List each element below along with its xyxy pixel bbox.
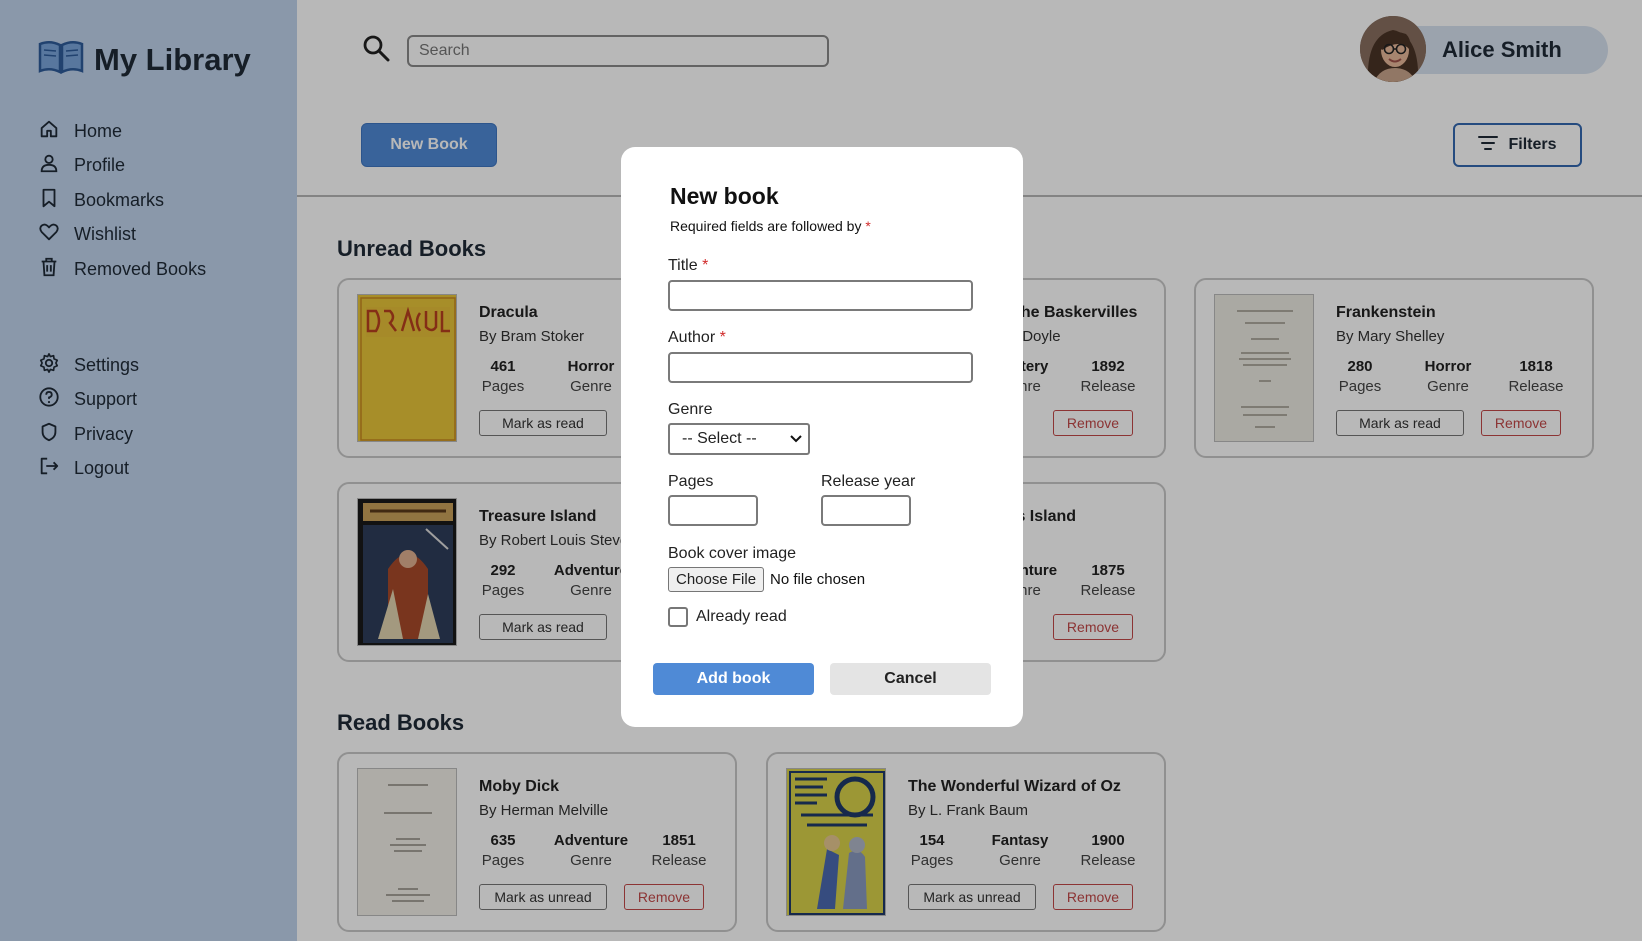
new-book-dialog: New book Required fields are followed by… (621, 147, 1023, 727)
title-label-text: Title (668, 257, 698, 274)
cover-image-label: Book cover image (668, 545, 797, 562)
genre-select-value: -- Select -- (682, 430, 757, 447)
author-label-text: Author (668, 329, 716, 346)
chevron-down-icon (790, 430, 802, 448)
genre-label: Genre (668, 401, 713, 418)
title-input[interactable] (668, 280, 973, 311)
required-asterisk: * (719, 329, 726, 346)
required-asterisk: * (865, 218, 871, 234)
cover-file-picker: Choose File No file chosen (668, 567, 865, 592)
genre-select[interactable]: -- Select -- (668, 423, 810, 455)
required-asterisk: * (702, 257, 709, 274)
already-read-checkbox[interactable] (668, 607, 688, 627)
required-note: Required fields are followed by * (670, 218, 871, 234)
author-input[interactable] (668, 352, 973, 383)
already-read-row: Already read (668, 607, 787, 627)
required-note-text: Required fields are followed by (670, 218, 862, 234)
choose-file-button[interactable]: Choose File (668, 567, 765, 592)
release-year-input[interactable] (821, 495, 911, 526)
pages-input[interactable] (668, 495, 758, 526)
title-label: Title * (668, 257, 708, 275)
dialog-title: New book (670, 183, 779, 209)
file-status: No file chosen (770, 571, 866, 588)
cancel-button[interactable]: Cancel (830, 663, 991, 695)
already-read-label[interactable]: Already read (696, 608, 787, 626)
add-book-button[interactable]: Add book (653, 663, 814, 695)
release-year-label: Release year (821, 473, 916, 490)
author-label: Author * (668, 329, 726, 347)
pages-label: Pages (668, 473, 714, 490)
